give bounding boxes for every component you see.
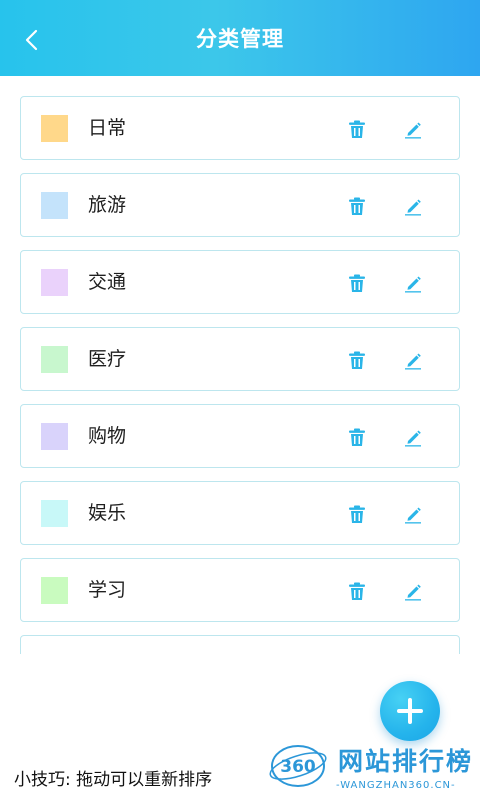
pencil-icon — [405, 430, 421, 446]
category-item[interactable]: 日常 — [20, 96, 460, 160]
watermark-subtitle: -WANGZHAN360.CN- — [336, 780, 456, 791]
category-name: 娱乐 — [88, 502, 127, 524]
trash-icon — [349, 274, 365, 292]
edit-button[interactable] — [401, 579, 425, 603]
reorder-tip: 小技巧: 拖动可以重新排序 — [14, 770, 213, 790]
trash-icon — [349, 351, 365, 369]
pencil-icon — [405, 584, 421, 600]
edit-button[interactable] — [401, 502, 425, 526]
pencil-icon — [405, 199, 421, 215]
edit-button[interactable] — [401, 425, 425, 449]
category-name: 日常 — [88, 117, 127, 139]
category-list[interactable]: 日常 旅游 交通 医疗 购物 娱乐 学习 — [0, 88, 480, 654]
svg-text:360: 360 — [280, 757, 316, 777]
category-item[interactable]: 旅游 — [20, 173, 460, 237]
category-color-swatch — [41, 115, 68, 142]
watermark: 360 网站排行榜 -WANGZHAN360.CN- — [268, 738, 478, 798]
category-item[interactable]: 购物 — [20, 404, 460, 468]
category-item[interactable]: 交通 — [20, 250, 460, 314]
pencil-icon — [405, 507, 421, 523]
pencil-icon — [405, 276, 421, 292]
category-color-swatch — [41, 577, 68, 604]
watermark-title: 网站排行榜 — [338, 747, 474, 776]
category-color-swatch — [41, 346, 68, 373]
delete-button[interactable] — [345, 579, 369, 603]
trash-icon — [349, 428, 365, 446]
add-category-button[interactable] — [380, 681, 440, 741]
watermark-logo: 360 — [268, 740, 332, 788]
edit-button[interactable] — [401, 117, 425, 141]
category-name: 学习 — [88, 579, 127, 601]
edit-button[interactable] — [401, 194, 425, 218]
plus-icon — [397, 698, 423, 724]
delete-button[interactable] — [345, 348, 369, 372]
category-item[interactable]: 学习 — [20, 558, 460, 622]
category-color-swatch — [41, 423, 68, 450]
trash-icon — [349, 505, 365, 523]
category-item[interactable]: 娱乐 — [20, 481, 460, 545]
delete-button[interactable] — [345, 194, 369, 218]
page-title: 分类管理 — [196, 27, 284, 51]
chevron-left-icon — [25, 29, 38, 51]
trash-icon — [349, 197, 365, 215]
category-name: 医疗 — [88, 348, 127, 370]
back-button[interactable] — [14, 22, 50, 58]
trash-icon — [349, 120, 365, 138]
category-color-swatch — [41, 269, 68, 296]
category-name: 交通 — [88, 271, 127, 293]
pencil-icon — [405, 122, 421, 138]
category-color-swatch — [41, 500, 68, 527]
delete-button[interactable] — [345, 117, 369, 141]
delete-button[interactable] — [345, 271, 369, 295]
pencil-icon — [405, 353, 421, 369]
category-name: 购物 — [88, 425, 127, 447]
category-name: 旅游 — [88, 194, 127, 216]
category-color-swatch — [41, 192, 68, 219]
category-item-partial[interactable] — [20, 635, 460, 654]
category-item[interactable]: 医疗 — [20, 327, 460, 391]
edit-button[interactable] — [401, 271, 425, 295]
trash-icon — [349, 582, 365, 600]
app-header: 分类管理 — [0, 0, 480, 76]
edit-button[interactable] — [401, 348, 425, 372]
delete-button[interactable] — [345, 425, 369, 449]
delete-button[interactable] — [345, 502, 369, 526]
